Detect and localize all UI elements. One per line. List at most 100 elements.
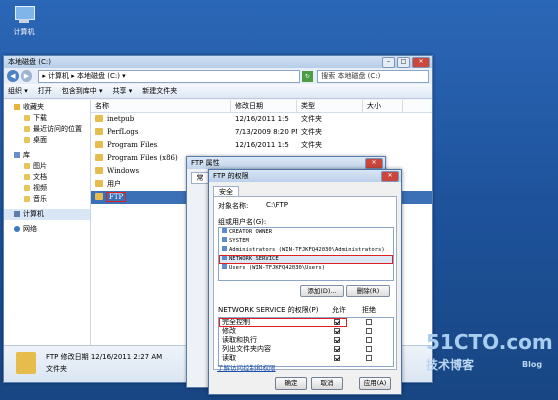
- address-path[interactable]: ▸ 计算机 ▸ 本地磁盘 (C:) ▾: [38, 69, 300, 83]
- remove-user-button[interactable]: 删除(R): [346, 285, 390, 297]
- permission-row-full-control: 完全控制: [219, 318, 372, 327]
- folder-icon: [95, 167, 103, 174]
- ok-button[interactable]: 确定: [275, 377, 307, 390]
- list-item[interactable]: CREATOR OWNER: [219, 228, 393, 237]
- folder-icon: [95, 180, 103, 187]
- allow-checkbox[interactable]: [334, 337, 340, 343]
- permissions-titlebar[interactable]: FTP 的权限 ✕: [209, 170, 401, 182]
- list-item-selected[interactable]: NETWORK SERVICE: [219, 255, 393, 264]
- column-name[interactable]: 名称: [91, 100, 231, 112]
- nav-network[interactable]: 网络: [4, 224, 90, 235]
- nav-computer[interactable]: 计算机: [4, 209, 90, 220]
- details-type: 文件夹: [46, 365, 67, 373]
- maximize-button[interactable]: □: [397, 56, 410, 68]
- allow-column-label: 允许: [332, 306, 346, 314]
- nav-videos[interactable]: 视频: [4, 183, 90, 194]
- deny-checkbox[interactable]: [366, 319, 372, 325]
- permissions-title: FTP 的权限: [213, 172, 249, 180]
- column-type[interactable]: 类型: [297, 100, 363, 112]
- user-group-icon: [222, 237, 227, 242]
- details-line: FTP 修改日期 12/16/2011 2:27 AM: [46, 353, 163, 361]
- object-name-label: 对象名称:: [218, 202, 249, 210]
- group-user-label: 组或用户名(G):: [218, 218, 267, 226]
- refresh-icon[interactable]: ↻: [301, 70, 314, 82]
- forward-arrow-icon[interactable]: ▶: [20, 70, 33, 82]
- computer-icon: [13, 6, 35, 24]
- file-row[interactable]: inetpub 12/16/2011 1:5 文件夹: [91, 113, 432, 126]
- minimize-button[interactable]: –: [382, 56, 395, 68]
- watermark-blog: Blog: [522, 360, 543, 369]
- command-toolbar: 组织 ▾ 打开 包含到库中 ▾ 共享 ▾ 新建文件夹: [4, 84, 432, 99]
- user-list[interactable]: CREATOR OWNER SYSTEM Administrators (WIN…: [218, 227, 394, 281]
- close-button[interactable]: ✕: [412, 56, 430, 68]
- nav-libraries[interactable]: 库: [4, 150, 90, 161]
- address-bar-row: ◀ ▶ ▸ 计算机 ▸ 本地磁盘 (C:) ▾ ↻ 搜索 本地磁盘 (C:): [4, 68, 432, 84]
- properties-titlebar[interactable]: FTP 属性 ✕: [187, 157, 385, 169]
- apply-button[interactable]: 应用(A): [359, 377, 391, 390]
- permission-row: 列出文件夹内容: [219, 345, 393, 354]
- allow-checkbox[interactable]: [334, 319, 340, 325]
- deny-checkbox[interactable]: [366, 355, 372, 361]
- access-control-help-link[interactable]: 了解访问控制和权限: [217, 362, 276, 372]
- list-item[interactable]: Users (WIN-TFJKFQ42030\Users): [219, 264, 393, 273]
- include-in-library-button[interactable]: 包含到库中 ▾: [62, 86, 103, 96]
- file-row[interactable]: Program Files 12/16/2011 1:5 文件夹: [91, 139, 432, 152]
- close-button[interactable]: ✕: [365, 157, 383, 169]
- folder-icon: [24, 126, 30, 132]
- folder-icon: [95, 128, 103, 135]
- user-group-icon: [222, 264, 227, 269]
- new-folder-button[interactable]: 新建文件夹: [142, 86, 177, 96]
- desktop-icon-label: 计算机: [13, 28, 35, 36]
- explorer-title: 本地磁盘 (C:): [8, 58, 51, 66]
- deny-checkbox[interactable]: [366, 328, 372, 334]
- column-size[interactable]: 大小: [363, 100, 403, 112]
- allow-checkbox[interactable]: [334, 346, 340, 352]
- computer-icon: [14, 211, 20, 217]
- user-group-icon: [222, 255, 227, 260]
- add-user-button[interactable]: 添加(D)...: [300, 285, 344, 297]
- cancel-button[interactable]: 取消: [311, 377, 343, 390]
- desktop-computer-shortcut[interactable]: 计算机: [8, 6, 40, 37]
- organize-button[interactable]: 组织 ▾: [8, 86, 28, 96]
- nav-recent-places[interactable]: 最近访问的位置: [4, 124, 90, 135]
- star-icon: [14, 104, 20, 110]
- back-arrow-icon[interactable]: ◀: [7, 70, 19, 82]
- security-panel: 对象名称: C:\FTP 组或用户名(G): CREATOR OWNER SYS…: [213, 196, 397, 370]
- allow-checkbox[interactable]: [334, 328, 340, 334]
- search-input[interactable]: 搜索 本地磁盘 (C:): [317, 69, 430, 83]
- nav-music[interactable]: 音乐: [4, 194, 90, 205]
- explorer-titlebar[interactable]: 本地磁盘 (C:) – □ ✕: [4, 56, 432, 68]
- folder-icon: [24, 163, 30, 169]
- deny-checkbox[interactable]: [366, 337, 372, 343]
- watermark: 51CTO.com 技术博客 Blog: [426, 330, 553, 373]
- nav-favorites[interactable]: 收藏夹: [4, 102, 90, 113]
- watermark-logo-text: 51CTO.com: [426, 330, 553, 354]
- close-button[interactable]: ✕: [381, 170, 399, 182]
- file-list-header: 名称 修改日期 类型 大小: [91, 100, 432, 113]
- nav-desktop[interactable]: 桌面: [4, 135, 90, 146]
- file-row[interactable]: PerfLogs 7/13/2009 8:20 PM 文件夹: [91, 126, 432, 139]
- column-date[interactable]: 修改日期: [231, 100, 297, 112]
- deny-checkbox[interactable]: [366, 346, 372, 352]
- permissions-dialog: FTP 的权限 ✕ 安全 对象名称: C:\FTP 组或用户名(G): CREA…: [208, 169, 402, 395]
- allow-checkbox[interactable]: [334, 355, 340, 361]
- network-icon: [14, 226, 20, 232]
- nav-downloads[interactable]: 下载: [4, 113, 90, 124]
- folder-icon: [95, 115, 103, 122]
- share-button[interactable]: 共享 ▾: [113, 86, 133, 96]
- permissions-table: 完全控制 修改 读取和执行 列出文件夹内容 读取: [218, 317, 394, 367]
- folder-icon: [16, 352, 36, 374]
- list-item[interactable]: Administrators (WIN-TFJKFQ42030\Administ…: [219, 246, 393, 255]
- list-item[interactable]: SYSTEM: [219, 237, 393, 246]
- permission-row: 修改: [219, 327, 393, 336]
- tab-general[interactable]: 常: [191, 172, 209, 184]
- folder-icon: [24, 174, 30, 180]
- permission-row: 读取和执行: [219, 336, 393, 345]
- nav-pictures[interactable]: 图片: [4, 161, 90, 172]
- folder-icon: [95, 193, 103, 200]
- permissions-for-label: NETWORK SERVICE 的权限(P): [218, 306, 319, 314]
- nav-documents[interactable]: 文档: [4, 172, 90, 183]
- open-button[interactable]: 打开: [38, 86, 52, 96]
- properties-title: FTP 属性: [191, 159, 220, 167]
- object-name-value: C:\FTP: [266, 201, 289, 209]
